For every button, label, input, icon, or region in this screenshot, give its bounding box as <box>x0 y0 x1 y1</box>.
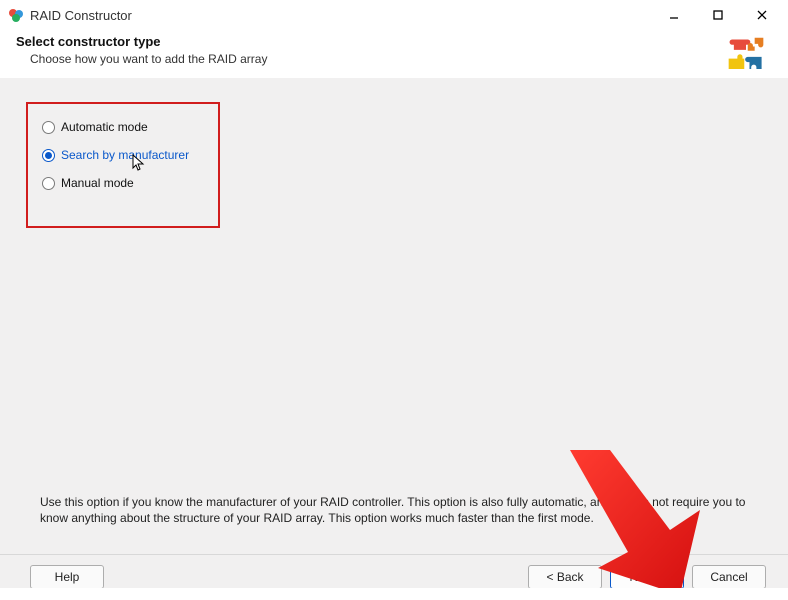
next-button[interactable]: Next > <box>610 565 684 589</box>
back-button[interactable]: < Back <box>528 565 602 589</box>
close-button[interactable] <box>742 1 782 29</box>
option-description: Use this option if you know the manufact… <box>40 494 758 526</box>
radio-search-by-manufacturer[interactable]: Search by manufacturer <box>42 148 204 162</box>
window-title: RAID Constructor <box>30 8 654 23</box>
window-controls <box>654 1 782 29</box>
page-title: Select constructor type <box>16 34 720 49</box>
options-highlight-box: Automatic mode Search by manufacturer Ma… <box>26 102 220 228</box>
app-icon <box>8 7 24 23</box>
puzzle-icon <box>720 34 772 78</box>
radio-manual-mode[interactable]: Manual mode <box>42 176 204 190</box>
wizard-body: Automatic mode Search by manufacturer Ma… <box>0 78 788 598</box>
radio-icon <box>42 149 55 162</box>
titlebar: RAID Constructor <box>0 0 788 30</box>
radio-icon <box>42 121 55 134</box>
radio-label: Search by manufacturer <box>61 148 189 162</box>
maximize-button[interactable] <box>698 1 738 29</box>
minimize-button[interactable] <box>654 1 694 29</box>
radio-icon <box>42 177 55 190</box>
page-subtitle: Choose how you want to add the RAID arra… <box>30 52 720 66</box>
radio-label: Automatic mode <box>61 120 148 134</box>
cancel-button[interactable]: Cancel <box>692 565 766 589</box>
radio-label: Manual mode <box>61 176 134 190</box>
radio-automatic-mode[interactable]: Automatic mode <box>42 120 204 134</box>
help-button[interactable]: Help <box>30 565 104 589</box>
